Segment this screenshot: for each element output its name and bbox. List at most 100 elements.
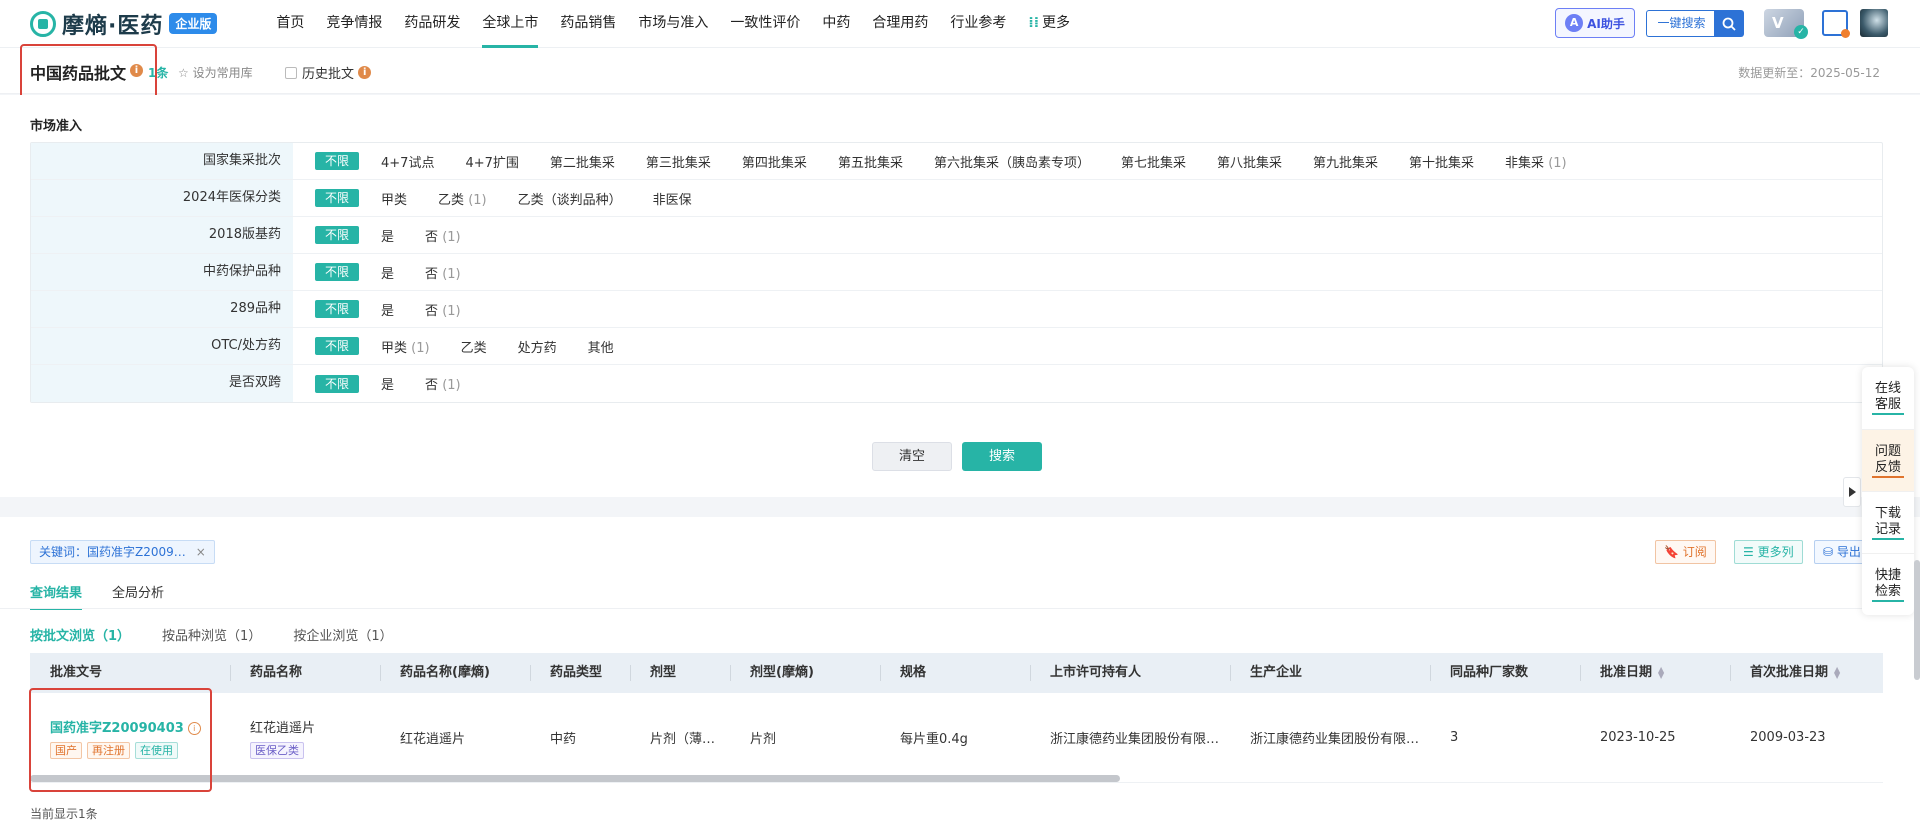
collapse-arrow[interactable] (1843, 477, 1861, 507)
cell-approval-date: 2023-10-25 (1600, 730, 1676, 745)
nav-item[interactable]: 市场与准入 (627, 0, 719, 48)
close-icon[interactable]: × (196, 545, 206, 559)
nav-item[interactable]: 一致性评价 (719, 0, 811, 48)
insurance-badge: 医保乙类 (250, 741, 304, 759)
filter-option[interactable]: 否 (1) (415, 226, 471, 245)
filter-option[interactable]: 第五批集采 (828, 152, 913, 171)
logo[interactable]: 摩熵·医药 企业版 (30, 0, 218, 48)
sort-icon[interactable]: ▲ ▼ (1834, 665, 1840, 679)
search-icon-button[interactable] (1714, 10, 1744, 37)
filter-option-text: 第九批集采 (1313, 155, 1379, 171)
clear-button[interactable]: 清空 (872, 442, 952, 471)
checkbox-icon[interactable] (285, 66, 297, 79)
more-columns-button[interactable]: ☰ 更多列 (1734, 540, 1803, 564)
column-header[interactable]: 批准日期 ▲ ▼ (1580, 653, 1730, 693)
horizontal-scrollbar[interactable] (30, 775, 1120, 782)
column-header[interactable]: 首次批准日期 ▲ ▼ (1730, 653, 1883, 693)
avatar[interactable] (1860, 9, 1888, 37)
filter-label: 2018版基药 (31, 217, 293, 253)
filter-option[interactable]: 第三批集采 (636, 152, 721, 171)
keyword-chip[interactable]: 关键词：国药准字Z2009… × (30, 540, 215, 564)
search-button[interactable]: 搜索 (962, 442, 1042, 471)
filter-option[interactable]: 是 (371, 300, 404, 319)
filter-option[interactable]: 其他 (578, 337, 624, 356)
approval-number-link[interactable]: 国药准字Z20090403 (50, 721, 184, 736)
filter-option[interactable]: 是 (371, 374, 404, 393)
filter-option[interactable]: 第六批集采（胰岛素专项） (924, 152, 1100, 171)
tab[interactable]: 全局分析 (112, 582, 164, 610)
filter-label: 中药保护品种 (31, 254, 293, 290)
filter-option[interactable]: 4+7试点 (371, 152, 444, 171)
filter-option[interactable]: 第十批集采 (1399, 152, 1484, 171)
nav-more[interactable]: ⁞⁞ 更多 (1017, 0, 1081, 48)
filter-all-tag[interactable]: 不限 (315, 189, 360, 207)
filter-all-tag[interactable]: 不限 (315, 226, 360, 244)
cell-drug-name-ms: 红花逍遥片 (400, 732, 466, 747)
float-label-bottom: 反馈 (1872, 460, 1904, 478)
subtab[interactable]: 按企业浏览（1） (293, 625, 392, 644)
subtab[interactable]: 按品种浏览（1） (162, 625, 261, 644)
nav-item[interactable]: 药品研发 (393, 0, 471, 48)
filter-option[interactable]: 4+7扩围 (455, 152, 528, 171)
history-checkbox[interactable]: 历史批文 i (285, 63, 372, 82)
nav-item[interactable]: 竞争情报 (315, 0, 393, 48)
float-panel-item[interactable]: 下载 记录 (1862, 491, 1914, 553)
info-icon[interactable]: i (187, 721, 201, 735)
quick-search-button[interactable]: 一键搜索 (1646, 10, 1716, 37)
filter-option[interactable]: 第二批集采 (540, 152, 625, 171)
filter-option[interactable]: 甲类 (1) (371, 337, 440, 356)
filter-option[interactable]: 处方药 (508, 337, 567, 356)
column-header-label: 上市许可持有人 (1050, 665, 1142, 680)
book-icon[interactable] (1822, 10, 1850, 38)
filter-all-tag[interactable]: 不限 (315, 337, 360, 355)
vertical-scrollbar[interactable] (1914, 560, 1920, 680)
column-header-label: 药品类型 (550, 665, 603, 680)
float-panel-item[interactable]: 快捷 检索 (1862, 553, 1914, 615)
nav-item[interactable]: 全球上市 (471, 0, 549, 48)
filter-option[interactable]: 第七批集采 (1111, 152, 1196, 171)
filter-all-tag[interactable]: 不限 (315, 263, 360, 281)
filter-option[interactable]: 是 (371, 226, 404, 245)
filter-option[interactable]: 非医保 (643, 189, 702, 208)
filter-option-text: 第十批集采 (1409, 155, 1475, 171)
float-panel-item[interactable]: 问题 反馈 (1862, 429, 1914, 491)
filter-all-tag[interactable]: 不限 (315, 374, 360, 393)
logo-icon (30, 10, 56, 37)
filter-option[interactable]: 是 (371, 263, 404, 282)
filter-row: OTC/处方药 不限 甲类 (1) 乙类 处方药 其他 (31, 328, 1882, 365)
nav-item[interactable]: 行业参考 (939, 0, 1017, 48)
filter-option[interactable]: 乙类（谈判品种） (508, 189, 632, 208)
cell-form-ms: 片剂 (750, 732, 777, 747)
sort-icon[interactable]: ▲ ▼ (1658, 665, 1664, 679)
browse-tabs: 按批文浏览（1） 按品种浏览（1） 按企业浏览（1） (30, 625, 425, 644)
filter-option[interactable]: 第八批集采 (1207, 152, 1292, 171)
filter-option[interactable]: 否 (1) (415, 300, 471, 319)
filter-option[interactable]: 乙类 (1) (428, 189, 497, 208)
float-panel-item[interactable]: 在线 客服 (1862, 367, 1914, 429)
filter-all-tag[interactable]: 不限 (315, 152, 360, 170)
filter-label: OTC/处方药 (31, 328, 293, 364)
subscribe-button[interactable]: 🔖 订阅 (1655, 540, 1716, 564)
filter-options: 不限 甲类 乙类 (1) 乙类（谈判品种） 非医保 (293, 180, 713, 216)
ai-assistant-button[interactable]: A AI助手 (1555, 8, 1635, 38)
subtab[interactable]: 按批文浏览（1） (30, 625, 130, 644)
tab[interactable]: 查询结果 (30, 582, 83, 610)
vip-icon[interactable]: V ✓ (1764, 9, 1808, 39)
history-info-icon[interactable]: i (358, 66, 372, 79)
filter-option[interactable]: 第四批集采 (732, 152, 817, 171)
nav-item[interactable]: 药品销售 (549, 0, 627, 48)
filter-option[interactable]: 否 (1) (415, 374, 471, 393)
filter-option[interactable]: 甲类 (371, 189, 417, 208)
filter-option[interactable]: 乙类 (451, 337, 497, 356)
filter-option[interactable]: 第九批集采 (1303, 152, 1388, 171)
favorite-button[interactable]: ☆ 设为常用库 (178, 64, 253, 81)
filter-all-tag[interactable]: 不限 (315, 300, 360, 318)
filter-option-count: (1) (1548, 155, 1567, 171)
filter-option[interactable]: 否 (1) (415, 263, 471, 282)
export-label: 导出 (1836, 545, 1861, 559)
nav-item[interactable]: 中药 (811, 0, 861, 48)
filter-option[interactable]: 非集采 (1) (1495, 152, 1577, 171)
nav-item[interactable]: 首页 (265, 0, 315, 48)
nav-item[interactable]: 合理用药 (861, 0, 939, 48)
info-icon[interactable]: i (130, 64, 143, 77)
